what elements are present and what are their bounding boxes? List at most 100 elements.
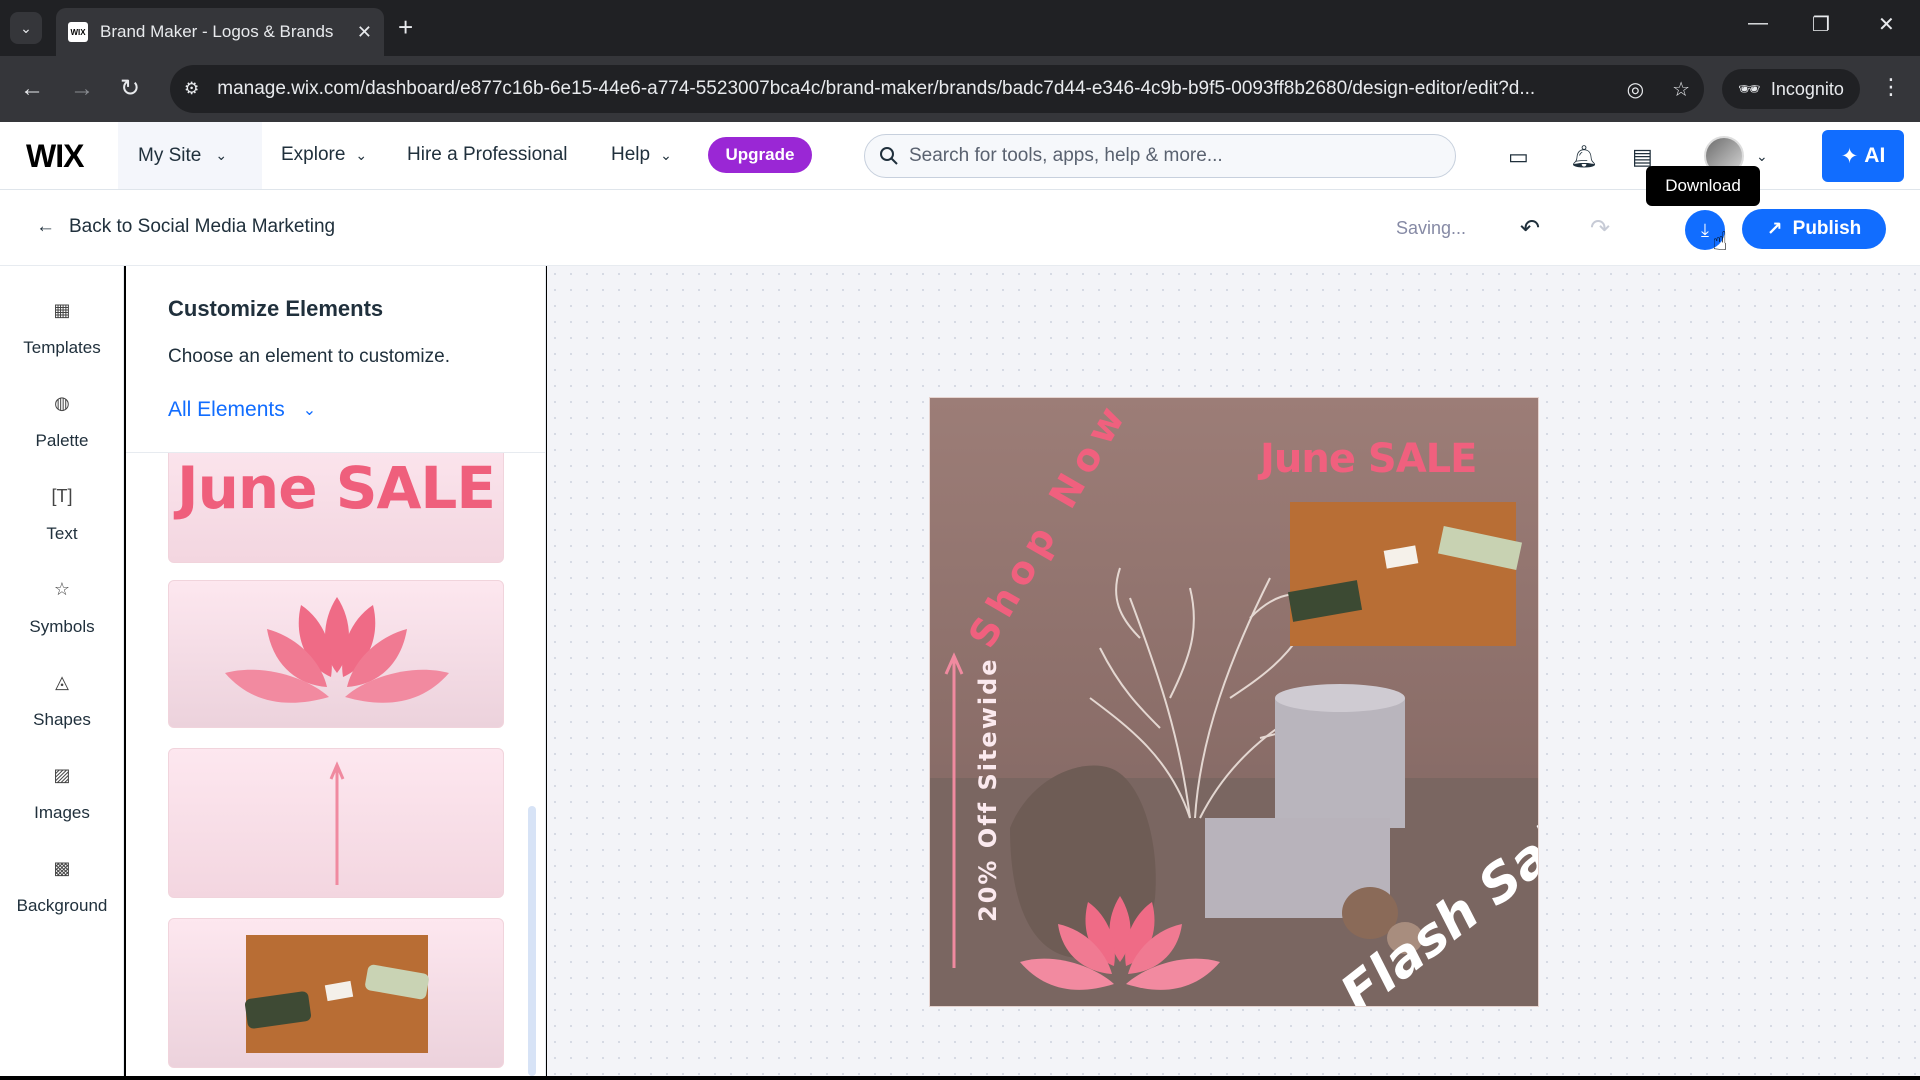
browser-tab[interactable]: WIX Brand Maker - Logos & Brands ✕ xyxy=(56,8,384,56)
sleeve-shape xyxy=(364,963,430,1001)
my-site-menu[interactable]: My Site ⌄ xyxy=(118,122,262,189)
restore-icon[interactable]: ❐ xyxy=(1812,12,1830,37)
close-tab-icon[interactable]: ✕ xyxy=(357,22,372,43)
chevron-down-icon: ⌄ xyxy=(660,147,672,163)
rail-label: Palette xyxy=(35,431,89,450)
social-post-design[interactable]: June SALE Shop Now 20% Off Sitewide Flas… xyxy=(930,398,1538,1006)
rail-item-palette[interactable]: ◍ Palette xyxy=(0,389,124,451)
site-info-icon[interactable]: ⚙ xyxy=(184,79,199,99)
undo-icon[interactable]: ↶ xyxy=(1520,214,1540,243)
rail-label: Images xyxy=(34,803,90,822)
rail-label: Background xyxy=(16,896,108,915)
explore-label: Explore xyxy=(281,144,346,165)
address-bar[interactable]: ⚙ manage.wix.com/dashboard/e877c16b-6e15… xyxy=(170,65,1704,113)
mouse-cursor: ☝ xyxy=(1712,226,1728,256)
rail-label: Shapes xyxy=(33,710,91,729)
search-box[interactable] xyxy=(864,134,1456,178)
arrow-left-icon: ← xyxy=(36,216,55,237)
save-status: Saving... xyxy=(1396,218,1467,238)
tab-search-dropdown[interactable]: ⌄ xyxy=(10,12,42,44)
element-card-headline[interactable]: June SALE xyxy=(168,453,504,563)
rail-item-text[interactable]: [T] Text xyxy=(0,482,124,544)
chevron-down-icon: ⌄ xyxy=(355,147,368,163)
panel-subtitle: Choose an element to customize. xyxy=(168,346,450,367)
account-chevron-down-icon[interactable]: ⌄ xyxy=(1756,148,1768,165)
chevron-down-icon: ⌄ xyxy=(302,402,317,419)
element-card-lotus-view[interactable] xyxy=(168,580,504,728)
panel-title: Customize Elements xyxy=(168,296,384,321)
templates-icon: ▦ xyxy=(53,300,71,320)
background-icon: ▩ xyxy=(53,858,71,878)
palette-icon: ◍ xyxy=(54,393,70,413)
download-tooltip: Download xyxy=(1646,166,1760,206)
ai-label: AI xyxy=(1864,144,1886,167)
publish-button[interactable]: ↗ Publish xyxy=(1742,209,1886,249)
design-headline[interactable]: June SALE xyxy=(1260,436,1477,482)
incognito-badge[interactable]: 🕶 Incognito xyxy=(1722,69,1860,109)
close-window-icon[interactable]: ✕ xyxy=(1878,12,1895,37)
rail-label: Text xyxy=(46,524,78,543)
sleeve-shape xyxy=(244,990,312,1030)
rail-label: Templates xyxy=(23,338,101,357)
element-card-arrow[interactable] xyxy=(168,748,504,898)
search-icon xyxy=(880,147,898,165)
browser-toolbar: ← → ↻ ⚙ manage.wix.com/dashboard/e877c16… xyxy=(0,56,1920,122)
rail-item-images[interactable]: ▨ Images xyxy=(0,761,124,823)
chevron-down-icon: ⌄ xyxy=(215,147,228,163)
url-text[interactable]: manage.wix.com/dashboard/e877c16b-6e15-4… xyxy=(217,78,1612,100)
image-icon: ▨ xyxy=(53,765,71,785)
wix-header: WIX My Site ⌄ Explore ⌄ Hire a Profession… xyxy=(0,122,1920,190)
incognito-label: Incognito xyxy=(1770,78,1844,99)
arrow-up-icon xyxy=(329,761,345,885)
element-card-photo[interactable] xyxy=(168,918,504,1068)
bell-icon[interactable]: 🔔︎ xyxy=(1570,144,1598,170)
left-rail: ▦ Templates ◍ Palette [T] Text ☆ Symbols… xyxy=(0,266,124,1080)
eye-off-icon[interactable]: ◎ xyxy=(1627,77,1644,102)
wix-logo[interactable]: WIX xyxy=(26,138,84,175)
rail-item-templates[interactable]: ▦ Templates xyxy=(0,296,124,358)
reload-icon[interactable]: ↻ xyxy=(120,74,140,104)
photo-thumbnail xyxy=(244,935,430,1053)
upgrade-button[interactable]: Upgrade xyxy=(708,137,812,173)
hire-professional-link[interactable]: Hire a Professional xyxy=(407,144,568,166)
publish-icon: ↗ xyxy=(1766,218,1783,240)
rail-item-symbols[interactable]: ☆ Symbols xyxy=(0,575,124,637)
design-discount[interactable]: 20% Off Sitewide xyxy=(974,657,1002,922)
incognito-icon: 🕶 xyxy=(1738,78,1761,99)
download-icon: ⤓ xyxy=(1701,219,1709,240)
browser-tab-bar: ⌄ WIX Brand Maker - Logos & Brands ✕ + —… xyxy=(0,0,1920,56)
back-arrow-icon[interactable]: ← xyxy=(20,74,44,104)
explore-menu[interactable]: Explore ⌄ xyxy=(281,144,367,166)
chat-icon[interactable]: ▭ xyxy=(1508,144,1529,170)
ai-button[interactable]: ✦ AI xyxy=(1822,130,1904,182)
my-site-label: My Site xyxy=(138,144,202,166)
card-headline-text: June SALE xyxy=(177,454,496,522)
forward-arrow-icon[interactable]: → xyxy=(70,74,94,104)
shapes-icon: ◬ xyxy=(55,672,69,692)
filter-label: All Elements xyxy=(168,398,285,421)
elements-filter-dropdown[interactable]: All Elements ⌄ xyxy=(168,398,316,422)
lotus-icon xyxy=(225,597,449,703)
card-shape xyxy=(324,980,354,1002)
browser-menu-icon[interactable]: ⋮ xyxy=(1880,74,1902,100)
rail-item-shapes[interactable]: ◬ Shapes xyxy=(0,668,124,730)
bookmark-star-icon[interactable]: ☆ xyxy=(1672,77,1690,102)
panel-scrollbar[interactable] xyxy=(528,806,536,1076)
redo-icon[interactable]: ↷ xyxy=(1590,214,1610,243)
screen-edge xyxy=(0,1076,1920,1080)
back-label: Back to Social Media Marketing xyxy=(69,216,336,237)
help-menu[interactable]: Help ⌄ xyxy=(611,144,672,166)
star-icon: ☆ xyxy=(53,579,71,599)
editor-top-bar: ← Back to Social Media Marketing Saving.… xyxy=(0,190,1920,266)
back-link[interactable]: ← Back to Social Media Marketing xyxy=(36,216,335,238)
rail-item-background[interactable]: ▩ Background xyxy=(0,854,124,916)
inset-photo xyxy=(1290,502,1516,646)
search-input[interactable] xyxy=(909,145,1455,167)
new-tab-icon[interactable]: + xyxy=(398,12,413,42)
cylinder-top xyxy=(1275,684,1405,712)
wix-favicon: WIX xyxy=(68,22,88,42)
minimize-icon[interactable]: — xyxy=(1748,12,1768,35)
publish-label: Publish xyxy=(1792,218,1862,239)
sparkle-icon: ✦ xyxy=(1840,144,1859,168)
tab-title: Brand Maker - Logos & Brands xyxy=(100,22,334,41)
